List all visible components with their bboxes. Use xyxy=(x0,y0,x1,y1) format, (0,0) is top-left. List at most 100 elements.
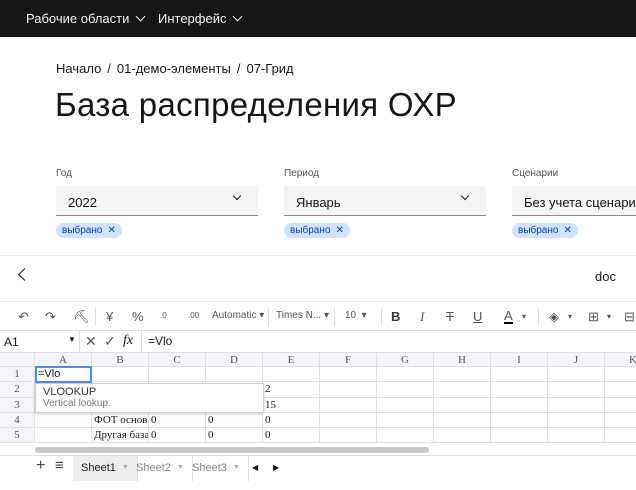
fill-color-icon[interactable]: ◈ xyxy=(549,309,559,325)
paint-format-icon[interactable]: ⛏ xyxy=(73,309,90,325)
row-header[interactable]: 4 xyxy=(0,412,35,429)
sheet-list-icon[interactable]: ≡ xyxy=(55,457,64,474)
cell-k5[interactable] xyxy=(605,428,636,444)
cell-e4[interactable]: 0 xyxy=(263,412,320,429)
close-icon[interactable]: ✕ xyxy=(563,225,571,236)
cell-h4[interactable] xyxy=(434,412,491,429)
cell-d4[interactable]: 0 xyxy=(206,412,263,429)
cell-k3[interactable] xyxy=(605,398,636,413)
scroll-left-icon[interactable]: ◀ xyxy=(252,463,258,472)
cell-h5[interactable] xyxy=(434,428,491,444)
column-header[interactable]: B xyxy=(92,353,149,367)
cell-b1[interactable] xyxy=(92,367,149,383)
cell-g4[interactable] xyxy=(377,412,434,429)
cell-f3[interactable] xyxy=(320,397,377,413)
cell-f5[interactable] xyxy=(320,428,377,444)
scenario-dropdown[interactable]: Без учета сценария xyxy=(512,186,636,216)
active-cell-editor[interactable]: =Vlo xyxy=(35,366,92,383)
cell-k4[interactable] xyxy=(605,413,636,429)
cell-e1[interactable] xyxy=(263,367,320,383)
cell-e3[interactable]: 15 xyxy=(263,397,320,413)
close-icon[interactable]: ✕ xyxy=(107,225,115,236)
breadcrumb-demo[interactable]: 01-демо-элементы xyxy=(117,61,231,76)
year-dropdown[interactable]: 2022 xyxy=(56,186,258,216)
column-header[interactable]: D xyxy=(206,353,263,367)
currency-icon[interactable]: ¥ xyxy=(106,309,113,324)
cell-j2[interactable] xyxy=(548,382,605,398)
confirm-icon[interactable]: ✓ xyxy=(104,333,116,350)
cell-a4[interactable] xyxy=(35,412,92,429)
column-header[interactable]: K xyxy=(605,353,636,367)
decrease-decimal-icon[interactable]: .0 xyxy=(160,311,167,320)
column-header[interactable]: C xyxy=(149,353,206,367)
cell-c4[interactable]: 0 xyxy=(149,412,206,429)
bold-icon[interactable]: B xyxy=(391,309,400,324)
cell-f4[interactable] xyxy=(320,412,377,429)
cell-d5[interactable]: 0 xyxy=(206,428,263,444)
cell-e5[interactable]: 0 xyxy=(263,428,320,444)
cell-k2[interactable] xyxy=(605,382,636,398)
cell-k1[interactable] xyxy=(605,367,636,383)
cell-i3[interactable] xyxy=(491,397,548,413)
column-header[interactable]: G xyxy=(377,353,434,367)
sheet-tab-3[interactable]: Sheet3 ▼ xyxy=(184,456,249,481)
percent-icon[interactable]: % xyxy=(132,309,144,324)
cell-g5[interactable] xyxy=(377,428,434,444)
row-header[interactable]: 2 xyxy=(0,382,35,398)
strikethrough-icon[interactable]: T xyxy=(446,309,454,324)
redo-icon[interactable]: ↷ xyxy=(45,309,56,325)
cell-c5[interactable]: 0 xyxy=(149,428,206,444)
column-header[interactable]: H xyxy=(434,353,491,367)
autocomplete-suggestion[interactable]: VLOOKUP Vertical lookup. xyxy=(35,383,264,413)
borders-icon[interactable]: ⊞ xyxy=(588,309,599,325)
cell-i5[interactable] xyxy=(491,428,548,444)
text-color-icon[interactable]: A xyxy=(504,309,513,324)
underline-icon[interactable]: U xyxy=(473,309,482,324)
close-icon[interactable]: ✕ xyxy=(335,225,343,236)
cell-h1[interactable] xyxy=(434,367,491,383)
column-header[interactable]: F xyxy=(320,353,377,367)
add-sheet-icon[interactable]: + xyxy=(36,457,45,475)
cell-j4[interactable] xyxy=(548,412,605,429)
formula-input[interactable]: =Vlo xyxy=(148,334,172,348)
cell-h3[interactable] xyxy=(434,397,491,413)
cell-g3[interactable] xyxy=(377,397,434,413)
cell-i1[interactable] xyxy=(491,367,548,383)
cell-f1[interactable] xyxy=(320,367,377,383)
column-header[interactable]: J xyxy=(548,353,605,367)
row-header[interactable]: 1 xyxy=(0,367,35,383)
column-header[interactable]: A xyxy=(35,353,92,367)
cell-reference[interactable]: A1 xyxy=(4,335,19,349)
increase-decimal-icon[interactable]: .00 xyxy=(188,311,199,320)
breadcrumb-home[interactable]: Начало xyxy=(56,61,101,76)
cell-e2[interactable]: 2 xyxy=(263,382,320,398)
period-dropdown[interactable]: Январь xyxy=(284,186,486,216)
merge-cells-icon[interactable]: ⊟ xyxy=(624,309,635,325)
cell-j3[interactable] xyxy=(548,397,605,413)
cell-ref-dropdown-icon[interactable]: ▼ xyxy=(68,335,76,344)
cell-j1[interactable] xyxy=(548,367,605,383)
cell-j5[interactable] xyxy=(548,428,605,444)
cell-g1[interactable] xyxy=(377,367,434,383)
row-header[interactable]: 3 xyxy=(0,397,35,413)
scroll-right-icon[interactable]: ▶ xyxy=(273,463,279,472)
cell-d1[interactable] xyxy=(206,367,263,383)
horizontal-scrollbar[interactable] xyxy=(35,447,429,453)
cell-h2[interactable] xyxy=(434,382,491,398)
font-size-select[interactable]: 10 ▾ xyxy=(345,310,367,321)
column-header[interactable]: I xyxy=(491,353,548,367)
cancel-icon[interactable]: ✕ xyxy=(85,333,97,350)
cell-a5[interactable] xyxy=(35,428,92,444)
column-header[interactable]: E xyxy=(263,353,320,367)
cell-f2[interactable] xyxy=(320,382,377,398)
breadcrumb-grid[interactable]: 07-Грид xyxy=(246,61,293,76)
cell-i4[interactable] xyxy=(491,412,548,429)
row-header[interactable]: 5 xyxy=(0,428,35,444)
cell-c1[interactable] xyxy=(149,367,206,383)
cell-g2[interactable] xyxy=(377,382,434,398)
italic-icon[interactable]: I xyxy=(420,309,424,325)
undo-icon[interactable]: ↶ xyxy=(18,309,29,325)
menu-interface[interactable]: Интерфейс xyxy=(158,11,243,26)
menu-workspaces[interactable]: Рабочие области xyxy=(26,11,146,26)
font-select[interactable]: Times N... ▾ xyxy=(276,310,329,321)
